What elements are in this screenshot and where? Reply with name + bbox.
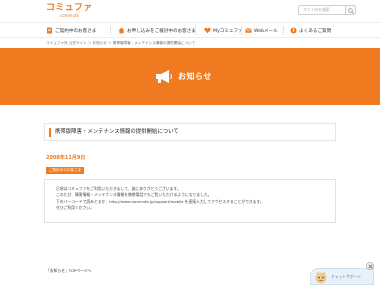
- logo-text: コミュファ: [46, 3, 93, 13]
- page-title: お知らせ: [178, 71, 212, 81]
- search-icon: [348, 7, 354, 14]
- nav-label: お申し込みをご検討中のお客さま: [127, 28, 196, 34]
- nav-label: Myコミュファ: [213, 28, 243, 34]
- global-nav: ご契約中のお客さま お申し込みをご検討中のお客さま Myコミュファ Webメール…: [0, 22, 380, 38]
- search-input[interactable]: サイト内を検索: [298, 5, 346, 15]
- nav-item-prospective-customers[interactable]: お申し込みをご検討中のお客さま: [118, 23, 196, 38]
- heart-icon: [204, 27, 211, 34]
- chat-support-widget[interactable]: チャットサポート: [310, 268, 374, 285]
- nav-item-current-customers[interactable]: ご契約中のお客さま: [46, 23, 96, 38]
- title-accent-bar: [49, 128, 51, 137]
- article-body: 日頃はコミュファをご利用いただきまして、誠にありがとうございます。 このたび、障…: [44, 179, 336, 223]
- chat-mascot-icon: [315, 271, 327, 284]
- site-header: コミュファ commufa サイト内を検索: [0, 0, 380, 22]
- logo-subtext: commufa: [60, 13, 79, 18]
- svg-text:?: ?: [292, 28, 295, 34]
- nav-divider: [283, 26, 284, 35]
- article-date: 2008年11月9日: [46, 155, 86, 161]
- search-button[interactable]: [346, 5, 356, 15]
- nav-item-webmail[interactable]: Webメール: [245, 23, 278, 38]
- megaphone-icon: [156, 69, 172, 83]
- nav-divider: [241, 26, 242, 35]
- nav-item-faq[interactable]: ? よくあるご質問: [290, 23, 331, 38]
- article-title: 携帯版障害・メンテナンス情報の提供開始について: [55, 129, 179, 135]
- nav-label: よくあるご質問: [299, 28, 332, 34]
- nav-item-my-commufa[interactable]: Myコミュファ: [204, 23, 243, 38]
- article-title-box: 携帯版障害・メンテナンス情報の提供開始について: [44, 123, 336, 141]
- nav-divider: [110, 26, 111, 35]
- question-icon: ?: [290, 27, 297, 34]
- nav-label: Webメール: [254, 28, 278, 34]
- mail-icon: [245, 28, 252, 33]
- chat-close-button[interactable]: [366, 262, 374, 270]
- body-paragraph: ぜひご利用ください。: [56, 205, 94, 211]
- chat-support-label: チャットサポート: [331, 274, 362, 279]
- breadcrumb[interactable]: コミュファ光 公式サイト ＞ お知らせ ＞ 携帯版障害・メンテナンス情報の提供開…: [46, 40, 195, 46]
- hero-heading: お知らせ: [155, 67, 212, 85]
- news-top-link[interactable]: 「お知らせ」TOPページへ: [46, 268, 91, 274]
- nav-divider: [195, 26, 196, 35]
- page-hero: お知らせ: [0, 48, 380, 105]
- house-icon: [118, 27, 125, 34]
- document-icon: [47, 27, 52, 34]
- commufa-logo[interactable]: コミュファ commufa: [46, 3, 92, 19]
- nav-label: ご契約中のお客さま: [55, 28, 97, 34]
- category-badge: ご契約中のお客さま: [46, 167, 84, 174]
